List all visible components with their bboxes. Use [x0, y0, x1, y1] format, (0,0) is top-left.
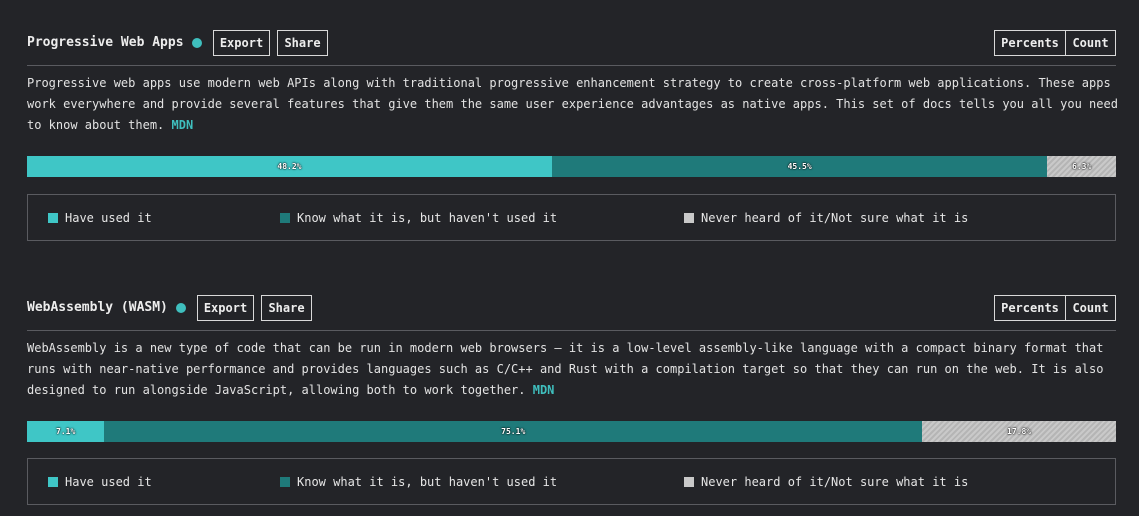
legend-item-know[interactable]: Know what it is, but haven't used it	[280, 195, 557, 240]
legend-item-never-heard[interactable]: Never heard of it/Not sure what it is	[684, 195, 968, 240]
section-description: WebAssembly is a new type of code that c…	[27, 338, 1119, 401]
status-dot-icon	[175, 302, 186, 313]
share-button[interactable]: Share	[277, 30, 328, 56]
legend-item-have-used[interactable]: Have used it	[48, 195, 152, 240]
units-toggle: Percents Count	[994, 295, 1116, 321]
legend: Have used it Know what it is, but haven'…	[27, 194, 1116, 241]
divider	[27, 65, 1116, 66]
divider	[27, 330, 1116, 331]
status-dot-icon	[191, 37, 202, 48]
percents-button[interactable]: Percents	[994, 295, 1066, 321]
legend-swatch-know	[280, 476, 290, 487]
legend-item-know[interactable]: Know what it is, but haven't used it	[280, 459, 557, 504]
export-button[interactable]: Export	[213, 30, 270, 56]
export-button[interactable]: Export	[197, 295, 254, 321]
units-toggle: Percents Count	[994, 30, 1116, 56]
legend-item-have-used[interactable]: Have used it	[48, 459, 152, 504]
usage-bar: 48.2% 45.5% 6.3%	[27, 156, 1116, 177]
percents-button[interactable]: Percents	[994, 30, 1066, 56]
legend-label: Have used it	[65, 210, 152, 225]
section-title-text: Progressive Web Apps	[27, 35, 184, 50]
legend-swatch-have-used	[48, 476, 58, 487]
legend-swatch-never-heard	[684, 212, 694, 223]
legend-swatch-have-used	[48, 212, 58, 223]
bar-segment-never-heard[interactable]: 6.3%	[1047, 156, 1116, 177]
share-button[interactable]: Share	[261, 295, 312, 321]
legend-label: Never heard of it/Not sure what it is	[701, 474, 969, 489]
bar-segment-have-used[interactable]: 48.2%	[27, 156, 552, 177]
legend-label: Have used it	[65, 474, 152, 489]
section-title: WebAssembly (WASM)	[27, 300, 186, 315]
section-description: Progressive web apps use modern web APIs…	[27, 73, 1119, 136]
mdn-link[interactable]: MDN	[533, 383, 555, 397]
bar-segment-never-heard[interactable]: 17.8%	[922, 421, 1116, 442]
section-title-text: WebAssembly (WASM)	[27, 300, 168, 315]
usage-bar: 7.1% 75.1% 17.8%	[27, 421, 1116, 442]
legend-swatch-never-heard	[684, 476, 694, 487]
count-button[interactable]: Count	[1066, 30, 1116, 56]
description-text: WebAssembly is a new type of code that c…	[27, 341, 1104, 397]
legend-label: Never heard of it/Not sure what it is	[701, 210, 969, 225]
legend-item-never-heard[interactable]: Never heard of it/Not sure what it is	[684, 459, 968, 504]
legend: Have used it Know what it is, but haven'…	[27, 458, 1116, 505]
legend-swatch-know	[280, 212, 290, 223]
section-title: Progressive Web Apps	[27, 35, 202, 50]
bar-segment-know[interactable]: 75.1%	[104, 421, 923, 442]
mdn-link[interactable]: MDN	[172, 118, 194, 132]
legend-label: Know what it is, but haven't used it	[297, 210, 558, 225]
bar-segment-know[interactable]: 45.5%	[551, 156, 1048, 177]
section-header: WebAssembly (WASM) Export Share Percents…	[27, 295, 1116, 323]
count-button[interactable]: Count	[1066, 295, 1116, 321]
bar-segment-have-used[interactable]: 7.1%	[27, 421, 105, 442]
legend-label: Know what it is, but haven't used it	[297, 474, 558, 489]
section-header: Progressive Web Apps Export Share Percen…	[27, 30, 1116, 58]
